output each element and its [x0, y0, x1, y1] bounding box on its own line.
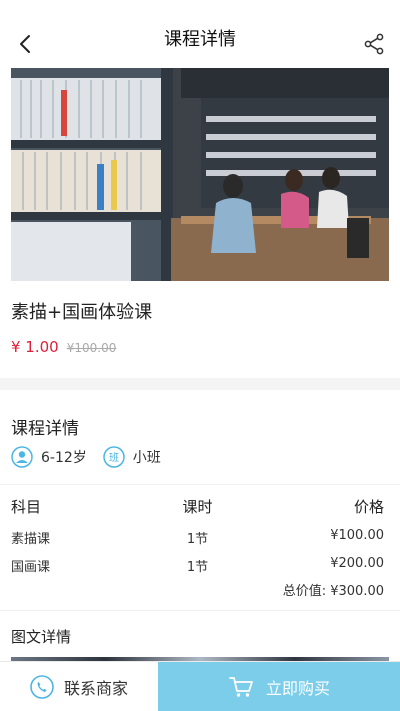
page-title: 课程详情	[164, 29, 236, 50]
course-meta: 6-12岁 班 小班	[11, 446, 161, 468]
contact-label: 联系商家	[63, 678, 128, 698]
row-price: ¥200.00	[330, 556, 384, 571]
bottom-action-bar: 联系商家 立即购买	[0, 661, 400, 711]
course-title: 素描+国画体验课	[11, 302, 153, 323]
phone-icon	[30, 674, 54, 699]
cart-icon	[229, 676, 253, 697]
row-hours: 1节	[186, 560, 209, 575]
header-price: 价格	[353, 498, 384, 516]
details-section-title: 课程详情	[11, 419, 79, 439]
row-price: ¥100.00	[330, 528, 384, 543]
buy-label: 立即购买	[265, 678, 330, 698]
buy-now-button[interactable]: 立即购买	[158, 662, 400, 711]
class-type-icon: 班	[103, 446, 125, 468]
class-type: 小班	[132, 450, 161, 466]
contact-merchant-button[interactable]: 联系商家	[0, 662, 158, 711]
share-icon[interactable]	[362, 32, 386, 56]
separator	[0, 484, 400, 485]
price-row: ¥ 1.00 ¥100.00	[11, 338, 116, 356]
age-range: 6-12岁	[41, 450, 87, 466]
current-price: ¥ 1.00	[11, 338, 59, 356]
top-nav-bar: 课程详情	[0, 0, 400, 68]
section-divider	[0, 378, 400, 390]
header-hours: 课时	[182, 498, 213, 516]
person-icon	[11, 446, 33, 468]
graphic-section-title: 图文详情	[11, 628, 72, 646]
original-price: ¥100.00	[66, 341, 117, 355]
row-hours: 1节	[186, 532, 209, 547]
course-cover-image	[11, 68, 389, 281]
back-arrow-icon[interactable]	[14, 32, 38, 56]
total-value: 总价值: ¥300.00	[282, 584, 384, 599]
separator	[0, 610, 400, 611]
svg-text:班: 班	[109, 452, 119, 464]
